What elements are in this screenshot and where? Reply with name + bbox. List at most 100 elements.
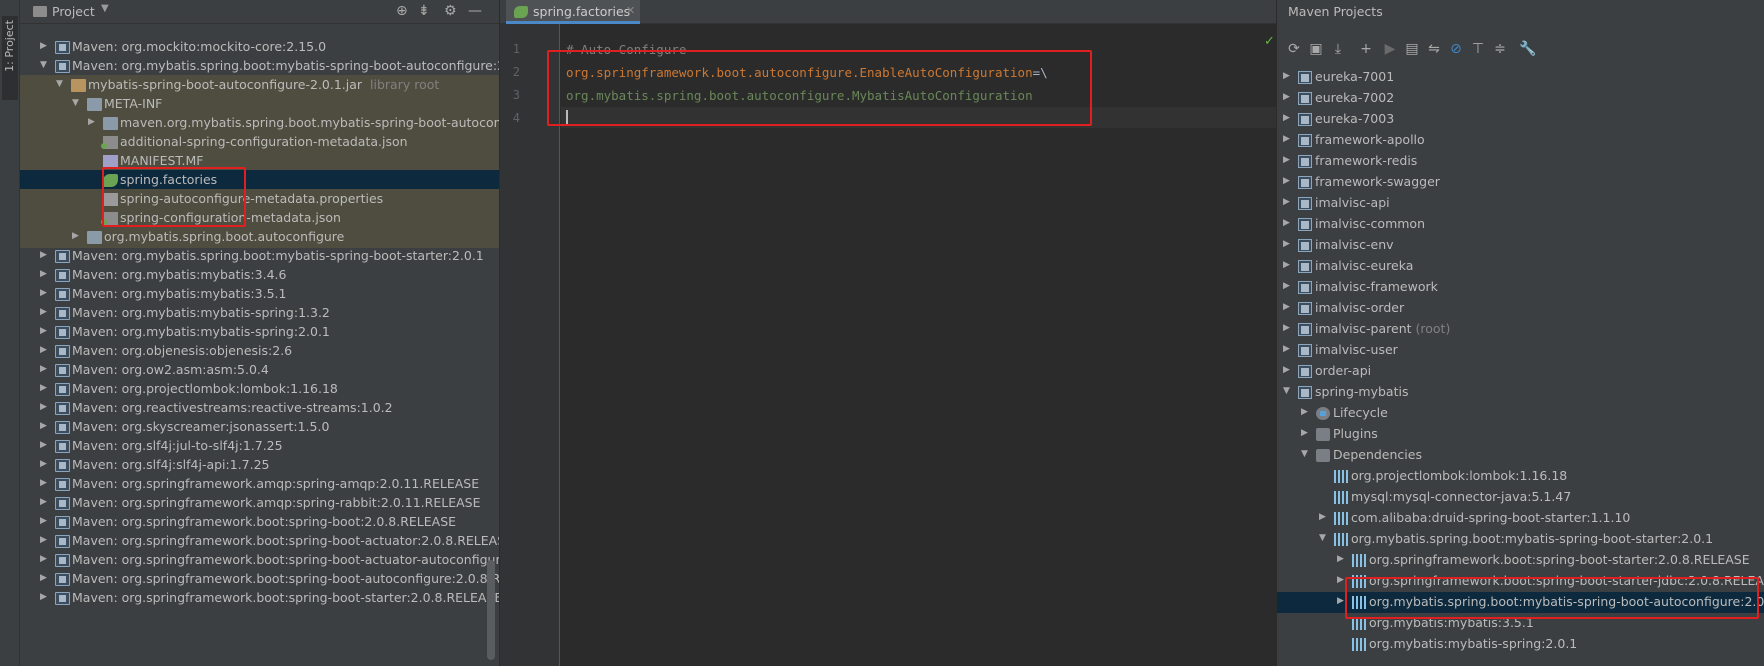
collapse-all-icon[interactable]: ≑ xyxy=(1491,40,1509,58)
tree-row[interactable]: ▶ Maven: org.mybatis.spring.boot:mybatis… xyxy=(20,246,499,267)
expand-arrow-icon[interactable]: ▶ xyxy=(40,345,50,357)
collapse-arrow-icon[interactable]: ▼ xyxy=(1283,386,1293,398)
expand-arrow-icon[interactable]: ▶ xyxy=(40,535,50,547)
expand-arrow-icon[interactable]: ▶ xyxy=(1283,134,1293,146)
show-dependencies-icon[interactable]: ⊤ xyxy=(1469,40,1487,58)
maven-tree-row[interactable]: ▶ org.springframework.boot:spring-boot-s… xyxy=(1277,550,1764,571)
expand-arrow-icon[interactable]: ▶ xyxy=(88,117,98,129)
tree-row[interactable]: ▶ Maven: org.mybatis:mybatis-spring:1.3.… xyxy=(20,303,499,324)
expand-arrow-icon[interactable]: ▶ xyxy=(72,231,82,243)
expand-arrow-icon[interactable]: ▶ xyxy=(1319,512,1329,524)
vertical-scrollbar[interactable] xyxy=(487,560,495,660)
maven-tree-row[interactable]: ▶ imalvisc-common xyxy=(1277,214,1764,235)
expand-arrow-icon[interactable]: ▶ xyxy=(1283,92,1293,104)
tree-row[interactable]: additional-spring-configuration-metadata… xyxy=(20,132,499,153)
maven-tree-row-selected[interactable]: ▶ org.mybatis.spring.boot:mybatis-spring… xyxy=(1277,592,1764,613)
collapse-arrow-icon[interactable]: ▼ xyxy=(56,79,66,91)
maven-tree-row[interactable]: ▶ imalvisc-user xyxy=(1277,340,1764,361)
tree-row[interactable]: ▼ mybatis-spring-boot-autoconfigure-2.0.… xyxy=(20,75,499,96)
tree-row[interactable]: ▶ Maven: org.slf4j:jul-to-slf4j:1.7.25 xyxy=(20,436,499,457)
chevron-down-icon[interactable]: ▼ xyxy=(101,3,109,14)
skip-tests-icon[interactable]: ⊘ xyxy=(1447,40,1465,58)
tree-row[interactable]: ▶ Maven: org.mybatis:mybatis-spring:2.0.… xyxy=(20,322,499,343)
tree-row[interactable]: ▼ META-INF xyxy=(20,94,499,115)
expand-arrow-icon[interactable]: ▶ xyxy=(1337,575,1347,587)
tree-row[interactable]: ▶ Maven: org.springframework.boot:spring… xyxy=(20,512,499,533)
maven-tree-row[interactable]: org.projectlombok:lombok:1.16.18 xyxy=(1277,466,1764,487)
maven-tree-row[interactable]: ▶ Plugins xyxy=(1277,424,1764,445)
expand-arrow-icon[interactable]: ▶ xyxy=(1283,197,1293,209)
maven-tree-row[interactable]: ▶ framework-redis xyxy=(1277,151,1764,172)
maven-tree-row[interactable]: org.mybatis:mybatis:3.5.1 xyxy=(1277,613,1764,634)
maven-tree-row[interactable]: ▶ framework-swagger xyxy=(1277,172,1764,193)
expand-arrow-icon[interactable]: ▶ xyxy=(40,41,50,53)
expand-arrow-icon[interactable]: ▶ xyxy=(1283,260,1293,272)
maven-tree-row[interactable]: ▶ imalvisc-env xyxy=(1277,235,1764,256)
expand-arrow-icon[interactable]: ▶ xyxy=(40,497,50,509)
maven-tree-row[interactable]: ▶ com.alibaba:druid-spring-boot-starter:… xyxy=(1277,508,1764,529)
maven-tree-row[interactable]: ▶ org.springframework.boot:spring-boot-s… xyxy=(1277,571,1764,592)
wrench-icon[interactable]: 🔧 xyxy=(1519,40,1537,58)
expand-arrow-icon[interactable]: ▶ xyxy=(40,592,50,604)
maven-tree-row[interactable]: ▼ org.mybatis.spring.boot:mybatis-spring… xyxy=(1277,529,1764,550)
code-comment[interactable]: # Auto Configure xyxy=(566,42,686,57)
expand-arrow-icon[interactable]: ▶ xyxy=(1283,176,1293,188)
collapse-arrow-icon[interactable]: ▼ xyxy=(72,98,82,110)
add-icon[interactable]: + xyxy=(1357,40,1375,58)
locate-icon[interactable]: ⊕ xyxy=(396,3,408,19)
expand-arrow-icon[interactable]: ▶ xyxy=(40,250,50,262)
expand-arrow-icon[interactable]: ▶ xyxy=(1283,323,1293,335)
tree-row-selected[interactable]: spring.factories xyxy=(20,170,499,191)
run-icon[interactable]: ▶ xyxy=(1381,40,1399,58)
expand-arrow-icon[interactable]: ▶ xyxy=(40,516,50,528)
maven-tree-row[interactable]: ▶ imalvisc-parent (root) xyxy=(1277,319,1764,340)
maven-tree-row[interactable]: ▶ imalvisc-order xyxy=(1277,298,1764,319)
expand-arrow-icon[interactable]: ▶ xyxy=(40,440,50,452)
maven-tree-row[interactable]: ▶ framework-apollo xyxy=(1277,130,1764,151)
tree-row[interactable]: ▼ Maven: org.mybatis.spring.boot:mybatis… xyxy=(20,56,499,77)
project-panel-title[interactable]: Project xyxy=(52,4,95,19)
maven-tree-row[interactable]: ▶ eureka-7002 xyxy=(1277,88,1764,109)
tree-row[interactable]: ▶ Maven: org.springframework.boot:spring… xyxy=(20,531,499,552)
expand-arrow-icon[interactable]: ▶ xyxy=(40,459,50,471)
tree-row[interactable]: ▶ Maven: org.springframework.amqp:spring… xyxy=(20,474,499,495)
tree-row[interactable]: ▶ org.mybatis.spring.boot.autoconfigure xyxy=(20,227,499,248)
collapse-arrow-icon[interactable]: ▼ xyxy=(1301,449,1311,461)
expand-arrow-icon[interactable]: ▶ xyxy=(40,383,50,395)
maven-tree-row[interactable]: ▼ Dependencies xyxy=(1277,445,1764,466)
generate-sources-icon[interactable]: ▣ xyxy=(1307,40,1325,58)
property-value[interactable]: org.mybatis.spring.boot.autoconfigure.My… xyxy=(566,88,1033,103)
expand-arrow-icon[interactable]: ▶ xyxy=(40,421,50,433)
expand-arrow-icon[interactable]: ▶ xyxy=(1301,407,1311,419)
expand-arrow-icon[interactable]: ▶ xyxy=(1301,428,1311,440)
expand-arrow-icon[interactable]: ▶ xyxy=(40,402,50,414)
tree-row[interactable]: ▶ Maven: org.mybatis:mybatis:3.5.1 xyxy=(20,284,499,305)
expand-arrow-icon[interactable]: ▶ xyxy=(40,478,50,490)
tree-row[interactable]: ▶ Maven: org.mybatis:mybatis:3.4.6 xyxy=(20,265,499,286)
tree-row[interactable]: spring-configuration-metadata.json xyxy=(20,208,499,229)
tree-row[interactable]: ▶ Maven: org.springframework.boot:spring… xyxy=(20,588,499,609)
maven-tree-row[interactable]: ▶ imalvisc-api xyxy=(1277,193,1764,214)
expand-arrow-icon[interactable]: ▶ xyxy=(40,307,50,319)
expand-arrow-icon[interactable]: ▶ xyxy=(40,326,50,338)
maven-tree-row[interactable]: ▶ Lifecycle xyxy=(1277,403,1764,424)
code-line[interactable]: org.springframework.boot.autoconfigure.E… xyxy=(566,65,1048,80)
tree-row[interactable]: ▶ maven.org.mybatis.spring.boot.mybatis-… xyxy=(20,113,499,134)
maven-tree-row[interactable]: ▼ spring-mybatis xyxy=(1277,382,1764,403)
expand-arrow-icon[interactable]: ▶ xyxy=(1283,71,1293,83)
maven-tree-row[interactable]: ▶ order-api xyxy=(1277,361,1764,382)
expand-arrow-icon[interactable]: ▶ xyxy=(40,269,50,281)
tree-row[interactable]: ▶ Maven: org.objenesis:objenesis:2.6 xyxy=(20,341,499,362)
tree-row[interactable]: MANIFEST.MF xyxy=(20,151,499,172)
expand-arrow-icon[interactable]: ▶ xyxy=(1283,113,1293,125)
expand-arrow-icon[interactable]: ▶ xyxy=(1337,554,1347,566)
tree-row[interactable]: ▶ Maven: org.springframework.amqp:spring… xyxy=(20,493,499,514)
reimport-icon[interactable]: ⟳ xyxy=(1285,40,1303,58)
toggle-offline-icon[interactable]: ⇋ xyxy=(1425,40,1443,58)
expand-arrow-icon[interactable]: ▶ xyxy=(40,364,50,376)
expand-arrow-icon[interactable]: ▶ xyxy=(1337,596,1347,608)
tree-row[interactable]: ▶ Maven: org.springframework.boot:spring… xyxy=(20,569,499,590)
collapse-icon[interactable]: ⇟ xyxy=(418,3,430,19)
execute-goal-icon[interactable]: ▤ xyxy=(1403,40,1421,58)
maven-tree-row[interactable]: ▶ eureka-7003 xyxy=(1277,109,1764,130)
